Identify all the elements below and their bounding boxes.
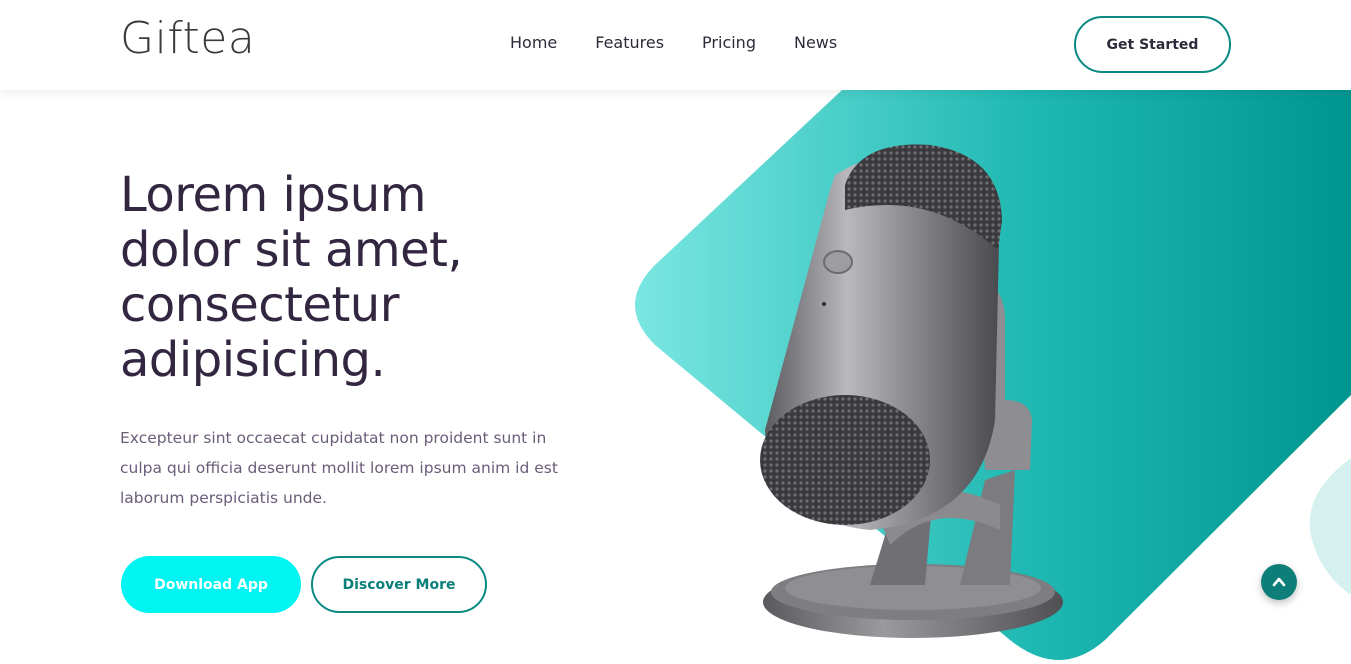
download-app-button[interactable]: Download App [121, 556, 301, 613]
site-header: Giftea Home Features Pricing News Get St… [0, 0, 1351, 90]
discover-more-button[interactable]: Discover More [311, 556, 487, 613]
logo[interactable]: Giftea [120, 12, 255, 66]
hero-description: Excepteur sint occaecat cupidatat non pr… [120, 429, 558, 507]
main-nav: Home Features Pricing News [510, 33, 875, 53]
scroll-top-button[interactable] [1261, 564, 1297, 600]
nav-home[interactable]: Home [510, 33, 557, 53]
get-started-button[interactable]: Get Started [1074, 16, 1231, 73]
nav-pricing[interactable]: Pricing [702, 33, 756, 53]
hero-title: Lorem ipsum dolor sit amet, consectetur … [120, 167, 463, 388]
nav-news[interactable]: News [794, 33, 837, 53]
chevron-up-icon [1272, 577, 1286, 587]
nav-features[interactable]: Features [595, 33, 664, 53]
